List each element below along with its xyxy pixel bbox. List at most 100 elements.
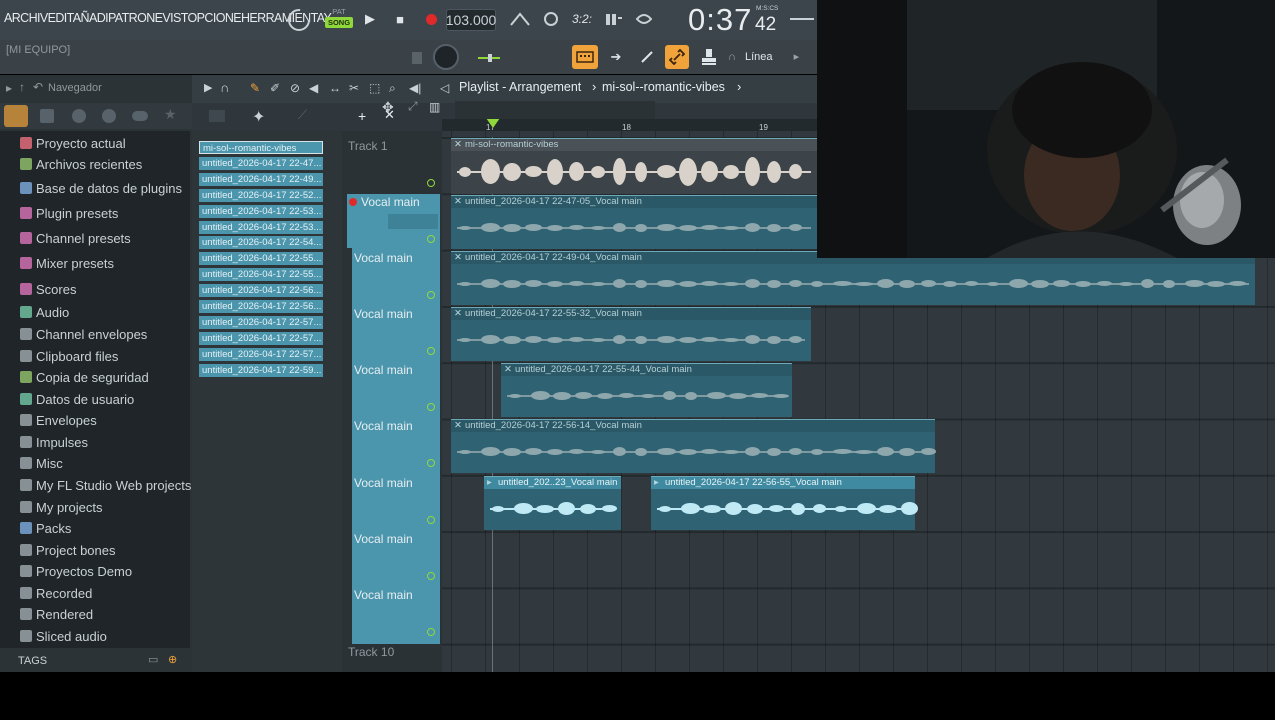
menu-file[interactable]: ARCHIV (4, 11, 48, 25)
metronome-icon[interactable] (508, 8, 532, 30)
track-name[interactable]: Track 10 (348, 645, 394, 659)
search-icon[interactable]: ⊕ (168, 653, 177, 666)
track-name[interactable]: Vocal main (361, 195, 420, 209)
chevron-right-icon[interactable]: ▸ (6, 81, 12, 95)
play-triangle-icon[interactable]: ▶ (204, 81, 212, 94)
stop-button[interactable]: ■ (389, 8, 411, 30)
move-icon[interactable]: ✥ (382, 99, 394, 116)
browser-item[interactable]: Scores (20, 279, 76, 299)
playlist-clip[interactable]: untitled_2026-04-17 22-47-05_Vocal main ✕ (451, 195, 817, 249)
plugin-icon[interactable] (102, 109, 116, 123)
browser-item[interactable]: Proyectos Demo (20, 561, 132, 581)
browser-item[interactable]: Channel envelopes (20, 324, 147, 344)
pencil-tool-icon[interactable] (635, 45, 659, 69)
browser-item[interactable]: Mixer presets (20, 253, 114, 273)
paint-tool-icon[interactable]: ✐ (270, 81, 280, 95)
clip-close-icon[interactable]: ✕ (454, 196, 462, 208)
select-tool-icon[interactable]: ⬚ (369, 81, 380, 95)
picker-clip[interactable]: untitled_2026-04-17 22-56... (199, 300, 323, 313)
slip-tool-icon[interactable]: ↔ (329, 81, 341, 95)
playlist-clip[interactable]: untitled_202..23_Vocal main ▸ (484, 476, 621, 530)
track-name[interactable]: Vocal main (354, 419, 413, 433)
menu-add[interactable]: AÑADI (73, 11, 109, 25)
track-name[interactable]: Vocal main (354, 476, 413, 490)
menu-options[interactable]: PCIONE (197, 11, 242, 25)
picker-clip[interactable]: untitled_2026-04-17 22-55... (199, 268, 323, 282)
step-edit-icon[interactable] (602, 8, 626, 30)
browser-item[interactable]: Copia de seguridad (20, 367, 149, 387)
typing-keyboard-icon[interactable] (572, 45, 598, 69)
link-icon[interactable] (665, 45, 689, 69)
browser-item[interactable]: Datos de usuario (20, 389, 134, 409)
menu-patterns[interactable]: PATRON (108, 11, 155, 25)
folder-icon[interactable]: ▭ (148, 653, 158, 666)
horizontal-scrollbar[interactable] (455, 101, 655, 119)
current-pattern-name[interactable]: mi-sol--romantic-vibes (602, 80, 725, 94)
track-enable-led[interactable] (427, 291, 435, 299)
record-arm-icon[interactable] (349, 198, 357, 206)
picker-clip[interactable]: mi-sol--romantic-vibes (199, 141, 323, 154)
piano-icon[interactable] (209, 110, 225, 122)
browser-item[interactable]: Base de datos de plugins (20, 178, 182, 198)
all-filter-icon[interactable] (4, 105, 28, 127)
browser-item[interactable]: Misc (20, 453, 63, 473)
tempo-display[interactable]: 103.000 (446, 9, 496, 31)
picker-clip[interactable]: untitled_2026-04-17 22-59... (199, 363, 323, 377)
playlist-clip[interactable]: mi-sol--romantic-vibes ✕ (451, 138, 817, 194)
track-name[interactable]: Track 1 (348, 139, 388, 153)
playlist-clip[interactable]: untitled_2026-04-17 22-55-32_Vocal main ✕ (451, 307, 811, 361)
clip-menu-icon[interactable]: ▸ (487, 477, 492, 489)
automation-icon[interactable]: ⟋ (298, 107, 307, 123)
playlist-clip[interactable]: untitled_2026-04-17 22-56-55_Vocal main ▸ (651, 476, 918, 530)
arrow-right-icon[interactable]: ➔ (604, 45, 628, 69)
browser-item[interactable]: Recorded (20, 583, 92, 603)
track-enable-led[interactable] (427, 628, 435, 636)
track-name[interactable]: Vocal main (354, 307, 413, 321)
picker-clip[interactable]: untitled_2026-04-17 22-53... (199, 220, 323, 234)
picker-clip[interactable]: untitled_2026-04-17 22-55... (199, 252, 323, 266)
menu-edit[interactable]: EDIT (48, 11, 74, 25)
picker-clip[interactable]: untitled_2026-04-17 22-49... (199, 172, 323, 186)
track-name[interactable]: Vocal main (354, 588, 413, 602)
track-enable-led[interactable] (427, 347, 435, 355)
menu-view[interactable]: EVISTO (155, 11, 198, 25)
track-enable-led[interactable] (427, 572, 435, 580)
clip-close-icon[interactable]: ✕ (454, 139, 462, 151)
track-name[interactable]: Vocal main (354, 251, 413, 265)
main-pitch-knob-icon[interactable] (433, 44, 459, 70)
browser-item[interactable]: Plugin presets (20, 203, 118, 223)
arrow-up-icon[interactable]: ↑ (19, 80, 25, 94)
playhead-marker-icon[interactable] (486, 118, 500, 128)
browser-item[interactable]: My projects (20, 497, 102, 517)
delete-tool-icon[interactable]: ⊘ (290, 81, 300, 95)
browser-item[interactable]: Packs (20, 518, 71, 538)
picker-clip[interactable]: untitled_2026-04-17 22-57... (199, 331, 323, 345)
picker-clip[interactable]: untitled_2026-04-17 22-57... (199, 315, 323, 329)
clip-close-icon[interactable]: ✕ (454, 420, 462, 432)
master-fader-icon[interactable] (478, 54, 500, 62)
loop-record-icon[interactable] (632, 8, 656, 30)
magnet-icon[interactable]: ∩ (220, 80, 229, 95)
browser-item[interactable]: Clipboard files (20, 346, 118, 366)
countdown-icon[interactable]: 3:2: (570, 8, 594, 30)
track-name[interactable]: Vocal main (354, 363, 413, 377)
clip-close-icon[interactable]: ✕ (504, 364, 512, 376)
picker-clip[interactable]: untitled_2026-04-17 22-57... (199, 347, 323, 361)
browser-item[interactable]: Impulses (20, 432, 88, 452)
clip-menu-icon[interactable]: ▸ (654, 477, 659, 489)
picker-clip[interactable]: untitled_2026-04-17 22-52... (199, 188, 323, 202)
undo-icon[interactable]: ↶ (33, 80, 43, 94)
pat-song-toggle[interactable]: PAT SONG (325, 6, 353, 34)
speaker-icon[interactable]: ◁ (440, 81, 449, 95)
zoom-tool-icon[interactable]: ⌕ (389, 81, 396, 96)
piano-keys-icon[interactable]: ▥ (429, 100, 440, 114)
stamp-icon[interactable] (697, 45, 721, 69)
playback-tool-icon[interactable]: ◀| (409, 81, 421, 95)
clip-close-icon[interactable]: ✕ (454, 308, 462, 320)
wait-input-icon[interactable] (539, 8, 563, 30)
browser-item[interactable]: Sliced audio (20, 626, 107, 646)
file-icon[interactable] (40, 109, 54, 123)
picker-clip[interactable]: untitled_2026-04-17 22-54... (199, 236, 323, 250)
snap-selector[interactable]: ∩ Línea ▸ (728, 50, 799, 63)
browser-item[interactable]: Audio (20, 302, 69, 322)
